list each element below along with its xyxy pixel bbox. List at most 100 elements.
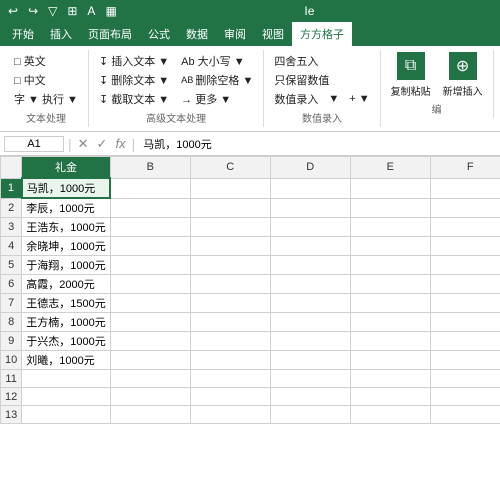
cell-8-C[interactable]: [190, 313, 270, 332]
cell-7-E[interactable]: [350, 294, 430, 313]
cell-13-A[interactable]: [22, 406, 110, 424]
cell-9-D[interactable]: [270, 332, 350, 351]
cell-10-A[interactable]: 刘曦，1000元: [22, 351, 110, 370]
cell-5-E[interactable]: [350, 256, 430, 275]
new-insert-icon[interactable]: ⊕: [449, 52, 477, 80]
cell-11-C[interactable]: [190, 370, 270, 388]
cell-10-F[interactable]: [430, 351, 500, 370]
cell-12-A[interactable]: [22, 388, 110, 406]
tab-review[interactable]: 审阅: [216, 22, 254, 46]
tab-layout[interactable]: 页面布局: [80, 22, 140, 46]
row-header-10[interactable]: 10: [1, 351, 22, 370]
cell-6-E[interactable]: [350, 275, 430, 294]
undo-button[interactable]: ↩: [6, 4, 20, 18]
row-header-5[interactable]: 5: [1, 256, 22, 275]
cell-6-F[interactable]: [430, 275, 500, 294]
copy-paste-label-btn[interactable]: 复制粘贴: [387, 82, 435, 99]
more-button[interactable]: → 更多 ▼: [177, 90, 257, 108]
row-header-4[interactable]: 4: [1, 237, 22, 256]
cell-13-D[interactable]: [270, 406, 350, 424]
cell-11-E[interactable]: [350, 370, 430, 388]
redo-button[interactable]: ↪: [26, 4, 40, 18]
cell-10-E[interactable]: [350, 351, 430, 370]
cell-2-F[interactable]: [430, 198, 500, 218]
round-button[interactable]: 四舍五入: [270, 52, 373, 70]
row-header-8[interactable]: 8: [1, 313, 22, 332]
cell-5-D[interactable]: [270, 256, 350, 275]
cell-10-D[interactable]: [270, 351, 350, 370]
row-header-7[interactable]: 7: [1, 294, 22, 313]
cell-4-F[interactable]: [430, 237, 500, 256]
cell-8-D[interactable]: [270, 313, 350, 332]
keep-numeric-button[interactable]: 只保留数值: [270, 71, 373, 89]
cell-12-D[interactable]: [270, 388, 350, 406]
cell-11-D[interactable]: [270, 370, 350, 388]
cell-12-C[interactable]: [190, 388, 270, 406]
grid-button[interactable]: ⊞: [65, 4, 79, 18]
cell-6-C[interactable]: [190, 275, 270, 294]
row-header-12[interactable]: 12: [1, 388, 22, 406]
cell-1-D[interactable]: [270, 178, 350, 198]
cell-3-D[interactable]: [270, 218, 350, 237]
confirm-formula-icon[interactable]: ✓: [95, 136, 110, 152]
copy-paste-icon[interactable]: ⧉: [397, 52, 425, 80]
insert-text-button[interactable]: ↧ 插入文本 ▼: [95, 52, 173, 70]
cell-1-E[interactable]: [350, 178, 430, 198]
cell-8-E[interactable]: [350, 313, 430, 332]
remove-space-button[interactable]: AB删除空格 ▼: [177, 71, 257, 89]
cell-7-C[interactable]: [190, 294, 270, 313]
cell-6-A[interactable]: 高霞，2000元: [22, 275, 110, 294]
cancel-formula-icon[interactable]: ✕: [76, 136, 91, 152]
cell-9-B[interactable]: [110, 332, 190, 351]
tab-ffgz[interactable]: 方方格子: [292, 22, 352, 46]
numeric-entry-button[interactable]: 数值录入: [270, 90, 322, 108]
font-button[interactable]: A: [85, 4, 97, 18]
execute-button[interactable]: 字 ▼ 执行 ▼: [10, 90, 82, 108]
cell-9-C[interactable]: [190, 332, 270, 351]
col-header-b[interactable]: B: [110, 157, 190, 179]
col-header-c[interactable]: C: [190, 157, 270, 179]
cell-9-A[interactable]: 于兴杰，1000元: [22, 332, 110, 351]
case-button[interactable]: Ab 大小写 ▼: [177, 52, 257, 70]
cell-9-F[interactable]: [430, 332, 500, 351]
delete-text-button[interactable]: ↧ 删除文本 ▼: [95, 71, 173, 89]
cell-1-C[interactable]: [190, 178, 270, 198]
cell-7-D[interactable]: [270, 294, 350, 313]
english-checkbox[interactable]: □ 英文: [10, 52, 82, 70]
cell-2-D[interactable]: [270, 198, 350, 218]
cell-9-E[interactable]: [350, 332, 430, 351]
cell-13-E[interactable]: [350, 406, 430, 424]
cell-10-C[interactable]: [190, 351, 270, 370]
row-header-1[interactable]: 1: [1, 178, 22, 198]
cell-8-F[interactable]: [430, 313, 500, 332]
extract-text-button[interactable]: ↧ 截取文本 ▼: [95, 90, 173, 108]
plus-dropdown[interactable]: + ▼: [345, 92, 373, 106]
cell-4-C[interactable]: [190, 237, 270, 256]
cell-5-A[interactable]: 于海翔，1000元: [22, 256, 110, 275]
cell-1-B[interactable]: [110, 178, 190, 198]
cell-3-A[interactable]: 王浩东，1000元: [22, 218, 110, 237]
cell-2-A[interactable]: 李辰，1000元: [22, 198, 110, 218]
tab-start[interactable]: 开始: [4, 22, 42, 46]
col-header-f[interactable]: F: [430, 157, 500, 179]
tab-formula[interactable]: 公式: [140, 22, 178, 46]
cell-1-F[interactable]: [430, 178, 500, 198]
cell-11-B[interactable]: [110, 370, 190, 388]
numeric-dropdown[interactable]: ▼: [324, 92, 343, 106]
cell-8-A[interactable]: 王方楠，1000元: [22, 313, 110, 332]
col-header-e[interactable]: E: [350, 157, 430, 179]
cell-12-B[interactable]: [110, 388, 190, 406]
cell-12-E[interactable]: [350, 388, 430, 406]
cell-3-C[interactable]: [190, 218, 270, 237]
col-header-a[interactable]: 礼金: [22, 157, 110, 179]
cell-1-A[interactable]: 马凯，1000元: [22, 178, 110, 198]
cell-7-F[interactable]: [430, 294, 500, 313]
cell-7-A[interactable]: 王德志，1500元: [22, 294, 110, 313]
row-header-11[interactable]: 11: [1, 370, 22, 388]
cell-2-E[interactable]: [350, 198, 430, 218]
cell-5-C[interactable]: [190, 256, 270, 275]
cell-4-D[interactable]: [270, 237, 350, 256]
cell-13-F[interactable]: [430, 406, 500, 424]
cell-3-F[interactable]: [430, 218, 500, 237]
row-header-13[interactable]: 13: [1, 406, 22, 424]
